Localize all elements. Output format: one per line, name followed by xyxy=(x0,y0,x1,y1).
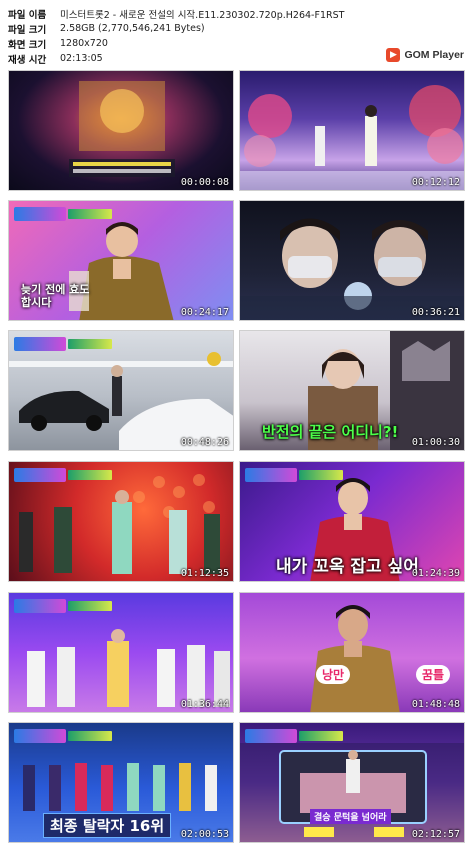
singer-scene xyxy=(310,605,400,712)
thumbnail[interactable]: 01:36:44 xyxy=(8,592,234,713)
info-row-filesize: 파일 크기 2.58GB (2,770,546,241 Bytes) xyxy=(8,21,468,36)
dance-scene xyxy=(19,474,220,574)
timestamp: 00:36:21 xyxy=(411,307,460,318)
gom-player-icon: ▶ xyxy=(386,48,401,62)
thumbnail[interactable]: 결승 문턱을 넘어라 02:12:57 xyxy=(239,722,465,843)
thumbnail[interactable]: 반전의 끝은 어디니?! 01:00:30 xyxy=(239,330,465,451)
caption: 최종 탈락자 16위 xyxy=(43,813,172,838)
timestamp: 00:00:08 xyxy=(180,177,229,188)
thumbnail[interactable]: 늦기 전에 효도합시다 00:24:17 xyxy=(8,200,234,321)
info-label: 화면 크기 xyxy=(8,39,47,51)
timestamp: 02:12:57 xyxy=(411,829,460,840)
caption-left: 낭만 xyxy=(316,665,351,684)
group-scene xyxy=(27,629,230,707)
gom-player-brand: ▶ GOM Player xyxy=(386,48,464,62)
thumbnail[interactable]: 낭만 꿈틀 01:48:48 xyxy=(239,592,465,713)
info-label: 재생 시간 xyxy=(8,54,47,66)
info-value: 02:13:05 xyxy=(60,53,103,64)
timestamp: 00:24:17 xyxy=(180,307,229,318)
thumbnail[interactable]: 00:00:08 xyxy=(8,70,234,191)
info-value: 미스터트롯2 - 새로운 전설의 시작.E11.230302.720p.H264… xyxy=(60,9,345,21)
showroom-scene xyxy=(9,352,233,450)
timestamp: 01:36:44 xyxy=(180,699,229,710)
thumbnail[interactable]: 최종 탈락자 16위 02:00:53 xyxy=(8,722,234,843)
thumbnail[interactable]: 00:36:21 xyxy=(239,200,465,321)
timestamp: 00:48:26 xyxy=(180,437,229,448)
timestamp: 00:12:12 xyxy=(411,177,460,188)
stage-scene xyxy=(69,81,175,177)
info-value: 2.58GB (2,770,546,241 Bytes) xyxy=(60,23,205,34)
thumbnail[interactable]: 내가 꼬옥 잡고 싶어 01:24:39 xyxy=(239,461,465,582)
stage-scene xyxy=(240,85,464,190)
caption: 내가 꼬옥 잡고 싶어 xyxy=(276,557,419,577)
caption-right: 꿈틀 xyxy=(416,665,451,684)
thumbnail[interactable]: 00:12:12 xyxy=(239,70,465,191)
timestamp: 01:24:39 xyxy=(411,568,460,579)
thumbnail[interactable]: 01:12:35 xyxy=(8,461,234,582)
timestamp: 01:12:35 xyxy=(180,568,229,579)
stage-scene xyxy=(240,743,464,842)
caption: 늦기 전에 효도합시다 xyxy=(21,283,90,309)
timestamp: 01:48:48 xyxy=(411,699,460,710)
info-row-filename: 파일 이름 미스터트롯2 - 새로운 전설의 시작.E11.230302.720… xyxy=(8,6,468,21)
brand-name: GOM Player xyxy=(404,49,464,61)
caption: 결승 문턱을 넘어라 xyxy=(310,809,391,824)
info-label: 파일 이름 xyxy=(8,9,47,21)
info-value: 1280x720 xyxy=(60,38,108,49)
timestamp: 01:00:30 xyxy=(411,437,460,448)
info-label: 파일 크기 xyxy=(8,24,47,36)
thumbnail[interactable]: 00:48:26 xyxy=(8,330,234,451)
timestamp: 02:00:53 xyxy=(180,829,229,840)
audience-scene xyxy=(240,218,464,320)
caption: 반전의 끝은 어디니?! xyxy=(262,423,399,441)
